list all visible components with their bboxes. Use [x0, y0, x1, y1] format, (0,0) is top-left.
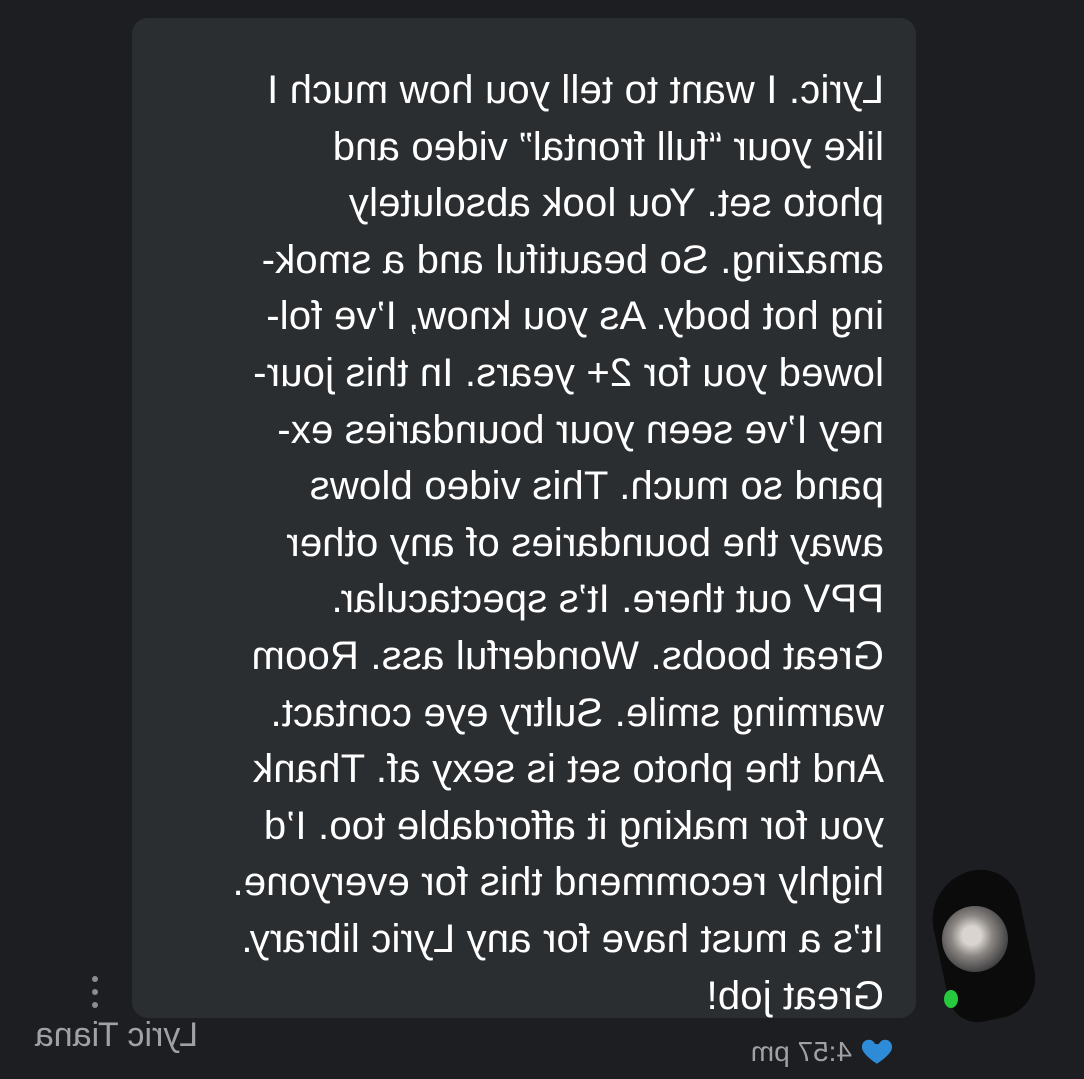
vertical-dots-icon[interactable]: [86, 976, 104, 1008]
message-line: pand so much. This video blows: [309, 464, 884, 509]
avatar-photo: [942, 906, 1008, 972]
message-line: you for making it affordable too. I’d: [263, 803, 884, 848]
message-line: And the photo set is sexy af. Thank: [252, 747, 884, 792]
message-timestamp: 4:57 pm: [750, 1036, 852, 1067]
message-line: PPV out there. It’s spectacular.: [331, 577, 884, 622]
chat-screen: Lyric. I want to tell you how much I lik…: [0, 0, 1084, 1079]
sender-name[interactable]: Lyric Tiana: [35, 1016, 198, 1055]
heart-icon[interactable]: [860, 1034, 894, 1068]
message-line: highly recommend this for everyone.: [232, 860, 884, 905]
message-line: It’s a must have for any Lyric library.: [241, 916, 884, 961]
message-line: ney I’ve seen your boundaries ex-: [277, 407, 884, 452]
online-dot-icon: [944, 990, 958, 1008]
message-line: Great job!: [706, 973, 884, 1018]
message-line: away the boundaries of any other: [286, 520, 884, 565]
message-line: ing hot body. As you know, I’ve fol-: [266, 294, 884, 339]
message-line: Lyric. I want to tell you how much I: [266, 68, 884, 112]
message-line: lowed you for 2+ years. In this jour-: [252, 350, 884, 395]
message-line: warming smile. Sultry eye contact.: [270, 690, 884, 735]
message-line: photo set. You look absolutely: [348, 181, 884, 226]
message-bubble[interactable]: Lyric. I want to tell you how much I lik…: [132, 18, 916, 1018]
message-line: amazing. So beautiful and a smok-: [261, 237, 885, 282]
message-line: Great boobs. Wonderful ass. Room: [251, 633, 884, 678]
message-line: like your “full frontal” video and: [332, 124, 884, 169]
